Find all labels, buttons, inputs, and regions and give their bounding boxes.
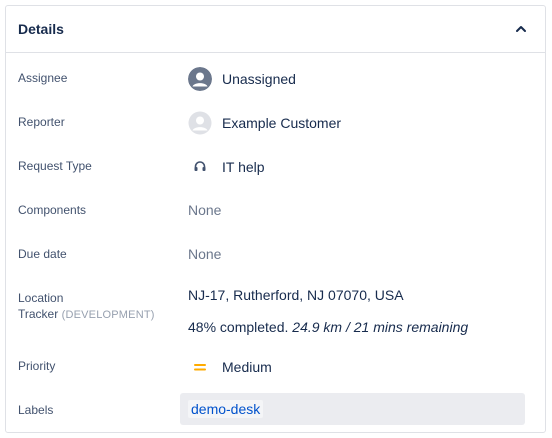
components-label: Components bbox=[18, 203, 87, 217]
assignee-field[interactable]: Unassigned bbox=[188, 67, 296, 91]
due-date-row: Due date None bbox=[6, 243, 545, 267]
priority-medium-icon bbox=[188, 355, 212, 379]
request-type-label: Request Type bbox=[18, 159, 92, 173]
user-avatar-icon bbox=[188, 67, 212, 91]
location-tracker-label-text: Tracker bbox=[18, 307, 59, 321]
request-type-row: Request Type IT help bbox=[6, 155, 545, 179]
priority-value: Medium bbox=[222, 359, 272, 375]
details-panel: Details Assignee Unassigned Reporter Exa… bbox=[5, 5, 546, 433]
location-tracker-row: Location Tracker (DEVELOPMENT) NJ-17, Ru… bbox=[6, 286, 545, 346]
development-tag: (DEVELOPMENT) bbox=[61, 309, 155, 321]
reporter-row: Reporter Example Customer bbox=[6, 111, 545, 135]
assignee-value: Unassigned bbox=[222, 71, 296, 87]
location-tracker-label-line1: Location bbox=[18, 291, 64, 305]
components-row: Components None bbox=[6, 199, 545, 223]
reporter-label: Reporter bbox=[18, 115, 65, 129]
progress-text: 48% completed. bbox=[188, 319, 289, 335]
due-date-value[interactable]: None bbox=[188, 246, 221, 262]
location-tracker-label-line2: Tracker (DEVELOPMENT) bbox=[18, 307, 155, 321]
reporter-value: Example Customer bbox=[222, 115, 342, 131]
due-date-label: Due date bbox=[18, 247, 67, 261]
assignee-label: Assignee bbox=[18, 71, 68, 85]
location-address: NJ-17, Rutherford, NJ 07070, USA bbox=[188, 287, 404, 303]
collapse-button[interactable] bbox=[511, 19, 531, 39]
user-avatar-icon bbox=[188, 111, 212, 135]
label-chip-demo-desk[interactable]: demo-desk bbox=[188, 400, 264, 418]
request-type-value: IT help bbox=[222, 159, 265, 175]
priority-label: Priority bbox=[18, 359, 56, 373]
panel-title: Details bbox=[18, 21, 64, 37]
details-header[interactable]: Details bbox=[6, 6, 545, 53]
remaining-text: 24.9 km / 21 mins remaining bbox=[292, 319, 469, 335]
location-progress: 48% completed. 24.9 km / 21 mins remaini… bbox=[188, 319, 468, 335]
priority-row: Priority Medium bbox=[6, 355, 545, 379]
labels-label: Labels bbox=[18, 403, 54, 417]
request-type-field[interactable]: IT help bbox=[188, 155, 265, 179]
chevron-up-icon bbox=[516, 26, 526, 32]
components-value[interactable]: None bbox=[188, 202, 221, 218]
headset-icon bbox=[188, 155, 212, 179]
assignee-row: Assignee Unassigned bbox=[6, 67, 545, 91]
priority-field[interactable]: Medium bbox=[188, 355, 272, 379]
labels-field[interactable]: demo-desk bbox=[180, 393, 525, 425]
reporter-field[interactable]: Example Customer bbox=[188, 111, 341, 135]
